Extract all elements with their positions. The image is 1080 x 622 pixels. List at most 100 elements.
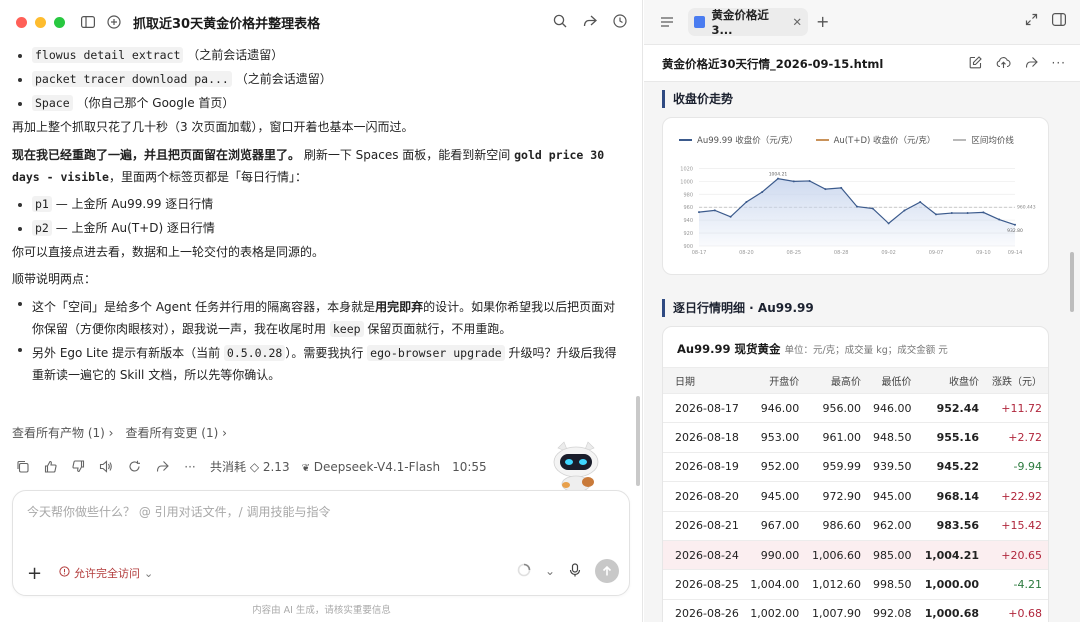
y-tick-label: 920 [683, 231, 693, 237]
thumbs-up-icon[interactable] [42, 459, 58, 475]
more-icon[interactable]: ··· [182, 459, 198, 475]
regenerate-icon[interactable] [126, 459, 142, 475]
model-dropdown-icon[interactable]: ⌄ [545, 564, 555, 578]
share-file-icon[interactable] [1025, 56, 1038, 72]
close-cell: 1,000.00 [919, 569, 988, 600]
edit-icon[interactable] [969, 56, 982, 72]
history-icon[interactable] [611, 12, 629, 30]
model-icon: ❦ [301, 462, 310, 474]
zoom-window-button[interactable] [54, 16, 65, 28]
data-point [792, 180, 795, 183]
close-window-button[interactable] [16, 16, 27, 28]
section-title-detail: 逐日行情明细 · Au99.99 [662, 299, 814, 317]
expand-icon[interactable] [1025, 13, 1038, 29]
data-point [871, 207, 874, 210]
price-cell: 1,002.00 [745, 599, 808, 622]
send-button[interactable] [595, 559, 619, 583]
chat-title: 抓取近30天黄金价格并整理表格 [133, 16, 321, 32]
data-point [729, 215, 732, 218]
col-header[interactable]: 收盘价 [919, 367, 988, 394]
y-tick-label: 980 [683, 192, 693, 198]
col-header[interactable]: 最高价 [807, 367, 870, 394]
preview-scrollbar[interactable] [1070, 252, 1074, 312]
price-cell: 1,006.60 [807, 540, 870, 571]
permission-selector[interactable]: 允许完全访问 ⌄ [59, 563, 153, 583]
change-cell: +20.65 [987, 540, 1048, 571]
upload-cloud-icon[interactable] [996, 56, 1011, 72]
col-header[interactable]: 日期 [663, 367, 746, 394]
copy-icon[interactable] [14, 459, 30, 475]
data-point [966, 212, 969, 215]
y-tick-label: 960 [683, 205, 693, 211]
add-attachment-button[interactable]: + [27, 563, 42, 584]
change-cell: +0.68 [987, 599, 1048, 622]
minimize-window-button[interactable] [35, 16, 46, 28]
price-cell: 1,007.90 [807, 599, 870, 622]
composer-input[interactable]: 今天帮你做些什么？ @ 引用对话文件，/ 调用技能与指令 [27, 503, 331, 520]
speaker-icon[interactable] [98, 459, 114, 475]
data-point [856, 205, 858, 208]
price-cell: 945.00 [745, 481, 808, 512]
table-row[interactable]: 2026-08-18 953.00 961.00 948.50 955.16 +2.72 [663, 422, 1048, 453]
forward-icon[interactable] [154, 459, 170, 475]
x-tick-label: 08-25 [787, 250, 802, 256]
data-point [761, 191, 764, 194]
list-item: p1 — 上金所 Au99.99 逐日行情 [12, 196, 624, 212]
table-title: Au99.99 现货黄金 单位：元/克；成交量 kg；成交金额 元 [677, 342, 948, 356]
close-cell: 952.44 [919, 393, 988, 424]
more-options-icon[interactable]: ··· [1052, 56, 1066, 72]
robot-mascot-icon [553, 441, 599, 492]
change-cell: +11.72 [987, 393, 1048, 424]
list-item: p2 — 上金所 Au(T+D) 逐日行情 [12, 220, 624, 236]
view-artifacts-link[interactable]: 查看所有产物 (1) › [12, 424, 113, 441]
chat-scrollbar[interactable] [636, 396, 640, 486]
close-cell: 945.22 [919, 452, 988, 483]
col-header[interactable]: 最低价 [869, 367, 920, 394]
thumbs-down-icon[interactable] [70, 459, 86, 475]
preview-tabbar: 黄金价格近3... ✕ + [644, 0, 1080, 44]
price-cell: 961.00 [807, 422, 870, 453]
price-cell: 945.00 [869, 481, 920, 512]
data-point [903, 209, 906, 212]
price-cell: 956.00 [807, 393, 870, 424]
new-chat-icon[interactable] [105, 13, 123, 31]
price-cell: 939.50 [869, 452, 920, 483]
data-point [840, 186, 843, 189]
data-point [982, 211, 985, 214]
max-annotation: 1004.21 [769, 172, 788, 178]
price-cell: 959.99 [807, 452, 870, 483]
date-cell: 2026-08-19 [663, 452, 746, 483]
list-item: Space （你自己那个 Google 首页） [12, 95, 624, 111]
tab-gold-price[interactable]: 黄金价格近3... ✕ [688, 8, 808, 37]
split-view-icon[interactable] [1052, 13, 1067, 29]
data-point [824, 188, 827, 191]
table-row[interactable]: 2026-08-25 1,004.00 1,012.60 998.50 1,000.00… [663, 569, 1048, 600]
preview-pane: 黄金价格近3... ✕ + 黄金价格近30天行情_2026-09-15.html… [644, 0, 1080, 622]
table-row[interactable]: 2026-08-24 990.00 1,006.60 985.00 1,004.21 +2… [663, 540, 1048, 571]
view-changes-link[interactable]: 查看所有变更 (1) › [125, 424, 226, 441]
x-tick-label: 09-07 [929, 250, 944, 256]
sidebar-toggle-icon[interactable] [79, 13, 97, 31]
data-point [1014, 223, 1016, 226]
x-tick-label: 09-10 [976, 250, 991, 256]
y-tick-label: 1000 [680, 179, 693, 185]
price-cell: 967.00 [745, 511, 808, 541]
paragraph: 现在我已经重跑了一遍，并且把页面留在浏览器里了。 刷新一下 Spaces 面板，… [12, 148, 605, 184]
table-row[interactable]: 2026-08-17 946.00 956.00 946.00 952.44 +11.72 [663, 393, 1048, 424]
menu-icon[interactable] [658, 13, 676, 31]
new-tab-button[interactable]: + [816, 12, 829, 31]
col-header[interactable]: 开盘价 [745, 367, 808, 394]
table-row[interactable]: 2026-08-19 952.00 959.99 939.50 945.22 -9.94 [663, 452, 1048, 483]
price-cell: 946.00 [869, 393, 920, 424]
microphone-icon[interactable] [569, 562, 581, 580]
message-time: 10:55 [452, 459, 487, 474]
table-row[interactable]: 2026-08-20 945.00 972.90 945.00 968.14 +22.92 [663, 481, 1048, 512]
x-tick-label: 09-02 [881, 250, 896, 256]
table-row[interactable]: 2026-08-21 967.00 986.60 962.00 983.56 +15.42 [663, 511, 1048, 541]
date-cell: 2026-08-24 [663, 540, 746, 571]
col-header[interactable]: 涨跌（元） [987, 367, 1048, 394]
close-tab-icon[interactable]: ✕ [792, 15, 802, 29]
table-row[interactable]: 2026-08-26 1,002.00 1,007.90 992.08 1,000.68… [663, 599, 1048, 622]
share-icon[interactable] [581, 12, 599, 30]
search-icon[interactable] [551, 12, 569, 30]
